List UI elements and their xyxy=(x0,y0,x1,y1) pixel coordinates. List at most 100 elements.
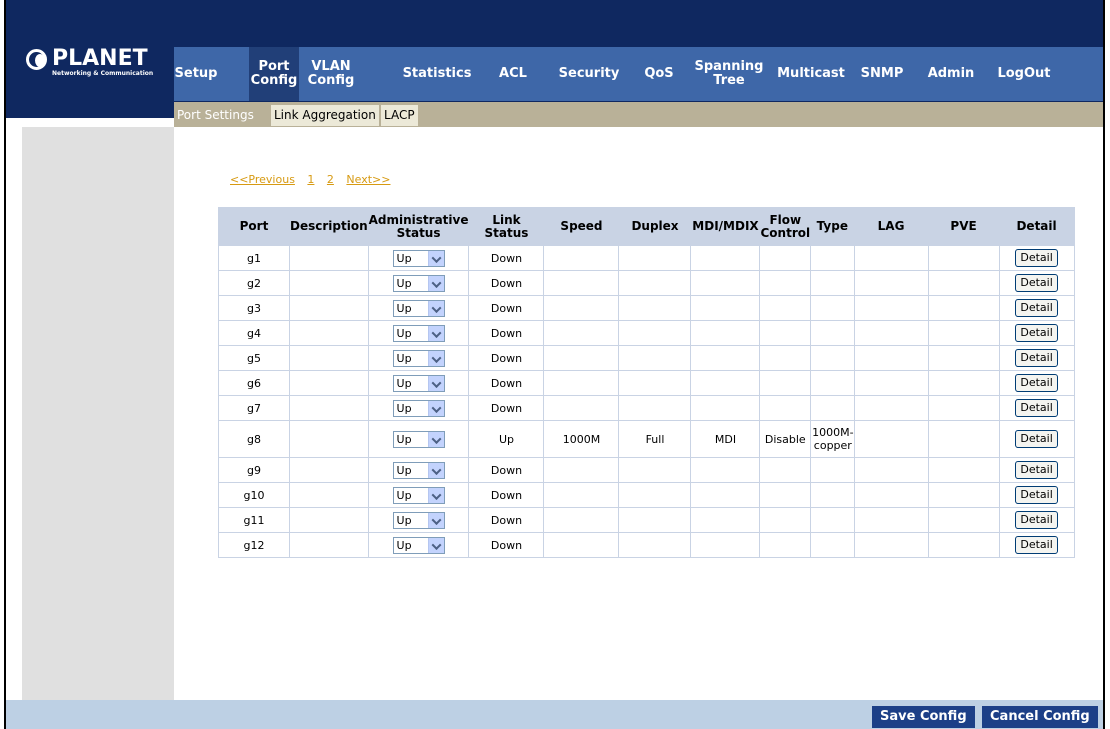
nav-multicast[interactable]: Multicast xyxy=(772,47,850,101)
nav-acl[interactable]: ACL xyxy=(494,47,532,101)
cell-speed xyxy=(543,532,620,558)
cell-admin-status: Up xyxy=(367,295,470,321)
chevron-down-icon[interactable] xyxy=(427,375,444,391)
admin-status-select[interactable]: Up xyxy=(392,349,445,367)
cell-type xyxy=(810,457,855,483)
detail-button[interactable]: Detail xyxy=(1015,511,1058,529)
admin-status-select[interactable]: Up xyxy=(392,511,445,529)
cell-flow-control xyxy=(759,457,812,483)
cancel-config-button[interactable]: Cancel Config xyxy=(982,706,1098,728)
nav-logout[interactable]: LogOut xyxy=(994,47,1054,101)
cell-description xyxy=(289,270,369,296)
nav-setup[interactable]: Setup xyxy=(174,47,218,101)
pager-page-1[interactable]: 1 xyxy=(307,173,314,186)
nav-statistics[interactable]: Statistics xyxy=(398,47,476,101)
select-value: Up xyxy=(396,513,412,527)
cell-description xyxy=(289,507,369,533)
table-header-row: Port Description Administrative Status L… xyxy=(218,207,1075,246)
main-nav: Setup Port Config VLAN Config Statistics… xyxy=(174,47,1103,101)
table-row: g2 Up Down Detail xyxy=(218,270,1075,296)
detail-button[interactable]: Detail xyxy=(1015,324,1058,342)
detail-button[interactable]: Detail xyxy=(1015,399,1058,417)
cell-pve xyxy=(927,370,1000,396)
cell-admin-status: Up xyxy=(367,270,470,296)
cell-mdi xyxy=(690,482,761,508)
cell-type xyxy=(810,245,855,271)
col-mdi: MDI/MDIX xyxy=(690,207,761,246)
pager-page-2[interactable]: 2 xyxy=(327,173,334,186)
admin-status-select[interactable]: Up xyxy=(392,274,445,292)
nav-admin[interactable]: Admin xyxy=(928,47,975,101)
admin-status-select[interactable]: Up xyxy=(392,430,445,448)
select-value: Up xyxy=(396,326,412,340)
cell-mdi xyxy=(690,245,761,271)
admin-status-select[interactable]: Up xyxy=(392,324,445,342)
cell-flow-control xyxy=(759,395,812,421)
detail-button[interactable]: Detail xyxy=(1015,299,1058,317)
detail-button[interactable]: Detail xyxy=(1015,374,1058,392)
cell-description xyxy=(289,245,369,271)
table-row: g1 Up Down Detail xyxy=(218,245,1075,271)
chevron-down-icon[interactable] xyxy=(427,487,444,503)
nav-snmp[interactable]: SNMP xyxy=(860,47,904,101)
nav-qos[interactable]: QoS xyxy=(640,47,678,101)
chevron-down-icon[interactable] xyxy=(427,325,444,341)
cell-admin-status: Up xyxy=(367,245,470,271)
detail-button[interactable]: Detail xyxy=(1015,249,1058,267)
cell-detail: Detail xyxy=(998,270,1075,296)
cell-type xyxy=(810,395,855,421)
cell-admin-status: Up xyxy=(367,532,470,558)
cell-detail: Detail xyxy=(998,245,1075,271)
chevron-down-icon[interactable] xyxy=(427,537,444,553)
cell-lag xyxy=(853,370,929,396)
detail-button[interactable]: Detail xyxy=(1015,274,1058,292)
nav-spanning-tree[interactable]: Spanning Tree xyxy=(694,47,764,101)
col-port: Port xyxy=(218,207,290,246)
table-row: g6 Up Down Detail xyxy=(218,370,1075,396)
admin-status-select[interactable]: Up xyxy=(392,486,445,504)
detail-button[interactable]: Detail xyxy=(1015,461,1058,479)
pager-next[interactable]: Next>> xyxy=(346,173,390,186)
tab-link-aggregation[interactable]: Link Aggregation xyxy=(271,105,379,126)
chevron-down-icon[interactable] xyxy=(427,300,444,316)
admin-status-select[interactable]: Up xyxy=(392,299,445,317)
nav-vlan-config[interactable]: VLAN Config xyxy=(306,47,356,101)
admin-status-select[interactable]: Up xyxy=(392,249,445,267)
cell-duplex xyxy=(618,507,692,533)
detail-button[interactable]: Detail xyxy=(1015,349,1058,367)
chevron-down-icon[interactable] xyxy=(427,512,444,528)
admin-status-select[interactable]: Up xyxy=(392,536,445,554)
nav-security[interactable]: Security xyxy=(554,47,624,101)
detail-button[interactable]: Detail xyxy=(1015,486,1058,504)
cell-mdi xyxy=(690,395,761,421)
chevron-down-icon[interactable] xyxy=(427,431,444,447)
detail-button[interactable]: Detail xyxy=(1015,536,1058,554)
detail-button[interactable]: Detail xyxy=(1015,430,1058,448)
cell-description xyxy=(289,295,369,321)
chevron-down-icon[interactable] xyxy=(427,462,444,478)
cell-link-status: Down xyxy=(468,345,545,371)
cell-mdi xyxy=(690,370,761,396)
tab-port-settings[interactable]: Port Settings xyxy=(174,105,257,126)
pager-previous[interactable]: <<Previous xyxy=(230,173,295,186)
cell-detail: Detail xyxy=(998,532,1075,558)
col-lag: LAG xyxy=(853,207,929,246)
cell-pve xyxy=(927,420,1000,458)
nav-port-config[interactable]: Port Config xyxy=(249,47,299,101)
col-description: Description xyxy=(289,207,369,246)
chevron-down-icon[interactable] xyxy=(427,250,444,266)
admin-status-select[interactable]: Up xyxy=(392,399,445,417)
cell-lag xyxy=(853,345,929,371)
chevron-down-icon[interactable] xyxy=(427,275,444,291)
save-config-button[interactable]: Save Config xyxy=(872,706,975,728)
cell-pve xyxy=(927,395,1000,421)
col-flow-control: Flow Control xyxy=(759,207,812,246)
chevron-down-icon[interactable] xyxy=(427,350,444,366)
cell-link-status: Down xyxy=(468,320,545,346)
tab-lacp[interactable]: LACP xyxy=(381,105,418,126)
cell-lag xyxy=(853,420,929,458)
admin-status-select[interactable]: Up xyxy=(392,461,445,479)
cell-speed xyxy=(543,270,620,296)
chevron-down-icon[interactable] xyxy=(427,400,444,416)
admin-status-select[interactable]: Up xyxy=(392,374,445,392)
